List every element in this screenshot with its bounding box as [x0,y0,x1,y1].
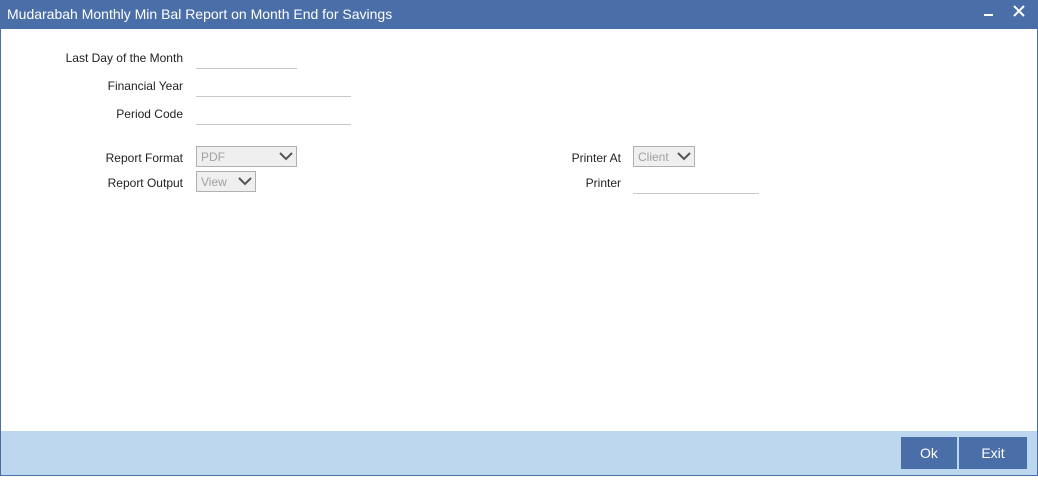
minimize-icon[interactable] [979,1,997,25]
chevron-down-icon [238,177,252,186]
window-title: Mudarabah Monthly Min Bal Report on Mont… [7,6,393,22]
printer-at-value: Client [638,150,669,164]
financial-year-label: Financial Year [107,79,183,93]
last-day-field[interactable] [196,49,297,69]
report-output-select[interactable]: View [196,171,256,192]
last-day-label: Last Day of the Month [65,51,183,65]
report-output-value: View [201,175,227,189]
footer-bar: Ok Exit [1,431,1037,475]
period-code-label: Period Code [116,107,183,121]
printer-label: Printer [585,176,621,190]
report-format-value: PDF [201,150,225,164]
ok-button[interactable]: Ok [901,437,957,469]
chevron-down-icon [677,152,691,161]
report-format-select[interactable]: PDF [196,146,297,167]
chevron-down-icon [279,152,293,161]
report-format-label: Report Format [105,151,183,165]
exit-button[interactable]: Exit [959,437,1027,469]
report-output-label: Report Output [107,176,183,190]
printer-at-label: Printer At [571,151,621,165]
financial-year-field[interactable] [196,77,351,97]
report-window: Mudarabah Monthly Min Bal Report on Mont… [0,0,1038,476]
period-code-field[interactable] [196,105,351,125]
title-bar: Mudarabah Monthly Min Bal Report on Mont… [1,1,1037,29]
printer-at-select[interactable]: Client [633,146,695,167]
printer-field[interactable] [633,174,759,194]
close-icon[interactable] [1009,1,1029,25]
